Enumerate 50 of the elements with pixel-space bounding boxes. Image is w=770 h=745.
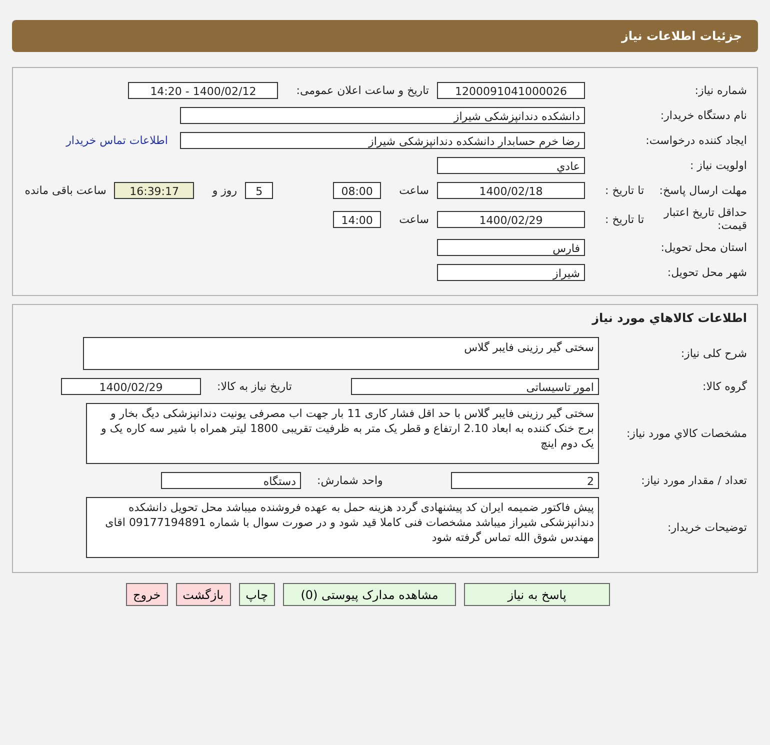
field-label: روز و (210, 184, 238, 197)
field-label: ساعت باقی مانده (24, 184, 108, 197)
field-label: تاریخ نیاز به کالا: (216, 380, 293, 393)
action-button[interactable]: خروج (126, 583, 168, 606)
action-button[interactable]: پاسخ به نیاز (464, 583, 610, 606)
field: 14:00 (333, 210, 382, 228)
field-label: مهلت ارسال پاسخ: (659, 184, 747, 197)
field: دستگاه (161, 472, 301, 489)
field: شیراز (437, 264, 585, 281)
text-area: سختی گیر رزینی فایبر گلاس (83, 337, 599, 370)
section-title: اطلاعات کالاهاي مورد نياز (590, 311, 748, 327)
text-area: پیش فاکتور ضمیمه ایران کد پیشنهادی گردد هزینه حمل به عهده فروشنده میباشد محل تحویل دانشکده دندانپزشکی شیراز میباشد مشخصات فنی کاملا قید شود و در صورت سوال با شماره 09177194891 اقای مهندس شوق الله تماس گرفته شود (86, 497, 599, 558)
field-label: شهر محل تحویل: (667, 266, 747, 279)
field-label: شرح کلی نیاز: (680, 347, 747, 360)
field: فارس (437, 239, 585, 256)
page-title: جزئیات اطلاعات نیاز (12, 20, 758, 52)
field: رضا خرم حسابدار دانشکده دندانپزشکی شیراز (180, 132, 585, 149)
field-label: تاریخ و ساعت اعلان عمومی: (295, 84, 430, 97)
field-label: تا تاریخ : (604, 184, 644, 197)
action-button[interactable]: چاپ (238, 583, 275, 606)
field: 1200091041000026 (437, 82, 585, 99)
field: 5 (245, 182, 274, 199)
field: 08:00 (333, 182, 382, 199)
field-label: حداقل تاریخ اعتبار قیمت: (662, 206, 747, 232)
field: دانشکده دندانپزشکی شیراز (180, 107, 585, 124)
field: 16:39:17 (114, 182, 194, 199)
field-label: تا تاریخ : (604, 212, 644, 226)
field-label: نام دستگاه خریدار: (660, 109, 747, 122)
field-label: تعداد / مقدار مورد نیاز: (641, 474, 747, 487)
field: 1400/02/12 - 14:20 (128, 82, 278, 99)
field-label: واحد شمارش: (316, 474, 384, 487)
field: 1400/02/29 (437, 210, 585, 228)
field-label: ساعت (398, 184, 430, 197)
buyer-contact-link[interactable]: اطلاعات تماس خریدار (66, 134, 168, 147)
field-label: استان محل تحویل: (660, 241, 747, 254)
field: امور تاسیساتی (351, 378, 599, 395)
field-label: ساعت (398, 212, 430, 226)
field-label: مشخصات کالاي مورد نياز: (626, 427, 747, 440)
field: عادي (437, 157, 585, 174)
text-area: سختی گیر رزینی فایبر گلاس با حد اقل فشار کاری 11 بار جهت اب مصرفی یونیت دندانپزشکی دیگ بخار و برج خنک کننده به ابعاد 2.10 ارتفاع و قطر یک متر به ظرفیت تقریبی 1800 لیتر همراه با شیر سه کاره یک و یک دوم اینچ (86, 403, 599, 464)
field: 1400/02/18 (437, 182, 585, 199)
action-button[interactable]: بازگشت (176, 583, 231, 606)
field-label: ایجاد کننده درخواست: (646, 134, 747, 147)
field-label: توضیحات خریدار: (668, 521, 747, 534)
field: 1400/02/29 (61, 378, 201, 395)
field: 2 (451, 472, 599, 489)
field-label: اولویت نیاز : (690, 159, 747, 172)
action-button[interactable]: مشاهده مدارک پیوستی (0) (283, 583, 456, 606)
field-label: گروه کالا: (702, 380, 747, 393)
field-label: شماره نیاز: (694, 84, 747, 97)
